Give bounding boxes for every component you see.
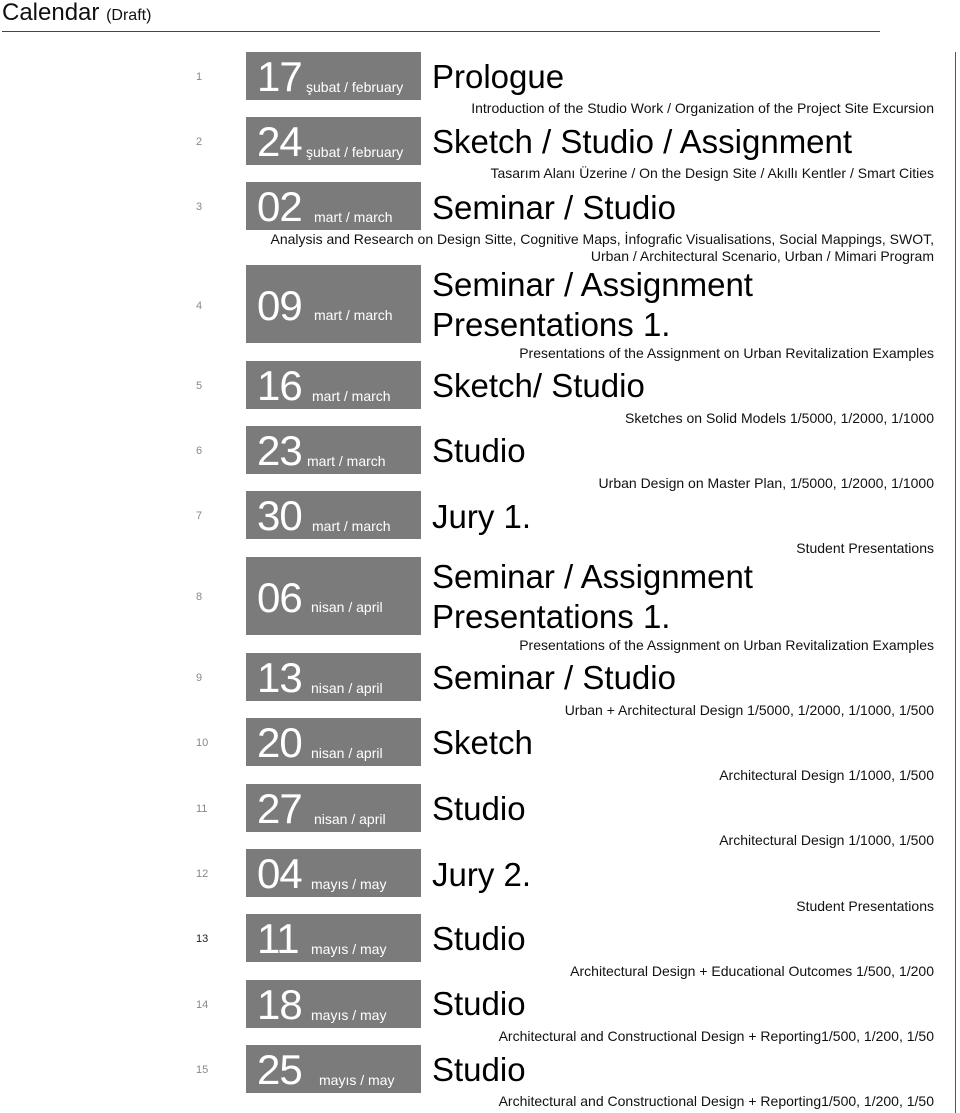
session-heading: Studio [432, 920, 526, 957]
date-month: mart / march [312, 388, 391, 404]
session-description: Student Presentations [796, 898, 934, 914]
date-day: 06 [257, 574, 303, 621]
session-description: Sketches on Solid Models 1/5000, 1/2000,… [625, 410, 934, 426]
week-number: 3 [196, 201, 203, 213]
date-month: nisan / april [311, 680, 383, 696]
date-month: mayıs / may [311, 941, 387, 957]
session-description: Architectural Design 1/1000, 1/500 [719, 832, 934, 848]
session-heading: Sketch/ Studio [432, 367, 645, 404]
session-description: Presentations of the Assignment on Urban… [519, 637, 934, 653]
week-number: 12 [196, 868, 209, 880]
session-heading: Sketch [432, 724, 533, 761]
week-number: 11 [196, 803, 208, 815]
date-box: 16 mart / march [246, 361, 421, 409]
session-description: Urban + Architectural Design 1/5000, 1/2… [564, 702, 934, 718]
session-description: Introduction of the Studio Work / Organi… [471, 100, 934, 116]
session-description: Tasarım Alanı Üzerine / On the Design Si… [490, 165, 934, 181]
session-heading: Seminar / Studio [432, 189, 676, 226]
session-heading: Seminar / Assignment [432, 266, 753, 303]
session-description: Architectural Design + Educational Outco… [570, 963, 934, 979]
week-number: 10 [196, 737, 209, 749]
date-box: 06 nisan / april [246, 557, 421, 635]
session-description: Architectural and Constructional Design … [498, 1093, 934, 1109]
date-month: nisan / april [311, 599, 383, 615]
week-number: 9 [196, 672, 203, 684]
week-number: 5 [196, 380, 203, 392]
date-day: 30 [257, 492, 303, 539]
date-month: mayıs / may [319, 1072, 395, 1088]
week-number: 7 [196, 510, 203, 522]
date-box: 13 nisan / april [246, 653, 421, 701]
right-border-line [955, 52, 956, 1113]
session-description: Student Presentations [796, 540, 934, 556]
date-month: şubat / february [306, 144, 404, 160]
week-number: 13 [196, 933, 209, 945]
date-box: 24 şubat / february [246, 117, 421, 165]
session-description-line2: Urban / Architectural Scenario, Urban / … [590, 248, 934, 264]
date-day: 13 [257, 654, 303, 701]
date-box: 02 mart / march [246, 182, 421, 230]
session-heading: Studio [432, 432, 526, 469]
date-month: mayıs / may [311, 1007, 387, 1023]
date-box: 25 mayıs / may [246, 1045, 421, 1093]
session-heading: Studio [432, 790, 526, 827]
date-box: 30 mart / march [246, 491, 421, 539]
date-box: 17 şubat / february [246, 52, 421, 100]
date-month: nisan / april [311, 745, 383, 761]
page-title-suffix: (Draft) [106, 7, 152, 24]
date-month: mayıs / may [311, 876, 387, 892]
date-box: 20 nisan / april [246, 718, 421, 766]
session-description: Urban Design on Master Plan, 1/5000, 1/2… [598, 475, 934, 491]
week-number: 6 [196, 445, 203, 457]
date-day: 25 [257, 1046, 303, 1093]
date-day: 09 [257, 282, 303, 329]
session-heading: Jury 2. [432, 856, 532, 893]
date-box: 23 mart / march [246, 426, 421, 474]
week-number: 1 [196, 71, 203, 83]
week-number: 14 [196, 999, 209, 1011]
page-title-text: Calendar [2, 0, 100, 26]
session-description: Analysis and Research on Design Sitte, C… [270, 231, 934, 247]
session-heading: Seminar / Assignment [432, 558, 753, 595]
date-month: şubat / february [306, 79, 404, 95]
date-day: 23 [257, 427, 303, 474]
title-divider [2, 31, 880, 32]
date-day: 04 [257, 850, 303, 897]
session-heading: Prologue [432, 58, 565, 95]
date-day: 27 [257, 785, 303, 832]
date-month: mart / march [314, 307, 393, 323]
session-heading: Studio [432, 1051, 526, 1088]
date-day: 02 [257, 183, 303, 230]
date-box: 09 mart / march [246, 265, 421, 343]
date-box: 11 mayıs / may [246, 914, 421, 962]
week-number: 2 [196, 136, 203, 148]
week-number: 8 [196, 591, 203, 603]
week-number: 15 [196, 1064, 209, 1076]
date-box: 04 mayıs / may [246, 849, 421, 897]
date-month: nisan / april [314, 811, 386, 827]
session-heading: Sketch / Studio / Assignment [432, 123, 853, 160]
week-number: 4 [196, 300, 203, 312]
session-heading: Jury 1. [432, 498, 532, 535]
session-heading: Studio [432, 985, 526, 1022]
session-description: Architectural and Constructional Design … [498, 1028, 934, 1044]
date-day: 16 [257, 362, 303, 409]
date-day: 18 [257, 981, 303, 1028]
date-month: mart / march [307, 453, 386, 469]
session-heading: Seminar / Studio [432, 659, 676, 696]
date-month: mart / march [314, 209, 393, 225]
date-day: 24 [257, 118, 303, 165]
date-box: 27 nisan / april [246, 784, 421, 832]
date-day: 20 [257, 719, 303, 766]
session-heading-line2: Presentations 1. [432, 598, 671, 635]
date-day: 17 [257, 53, 303, 100]
session-description: Presentations of the Assignment on Urban… [519, 345, 934, 361]
date-month: mart / march [312, 518, 391, 534]
session-heading-line2: Presentations 1. [432, 306, 671, 343]
session-description: Architectural Design 1/1000, 1/500 [719, 767, 934, 783]
page-title: Calendar (Draft) [2, 0, 151, 31]
date-box: 18 mayıs / may [246, 980, 421, 1028]
date-day: 11 [257, 915, 300, 962]
